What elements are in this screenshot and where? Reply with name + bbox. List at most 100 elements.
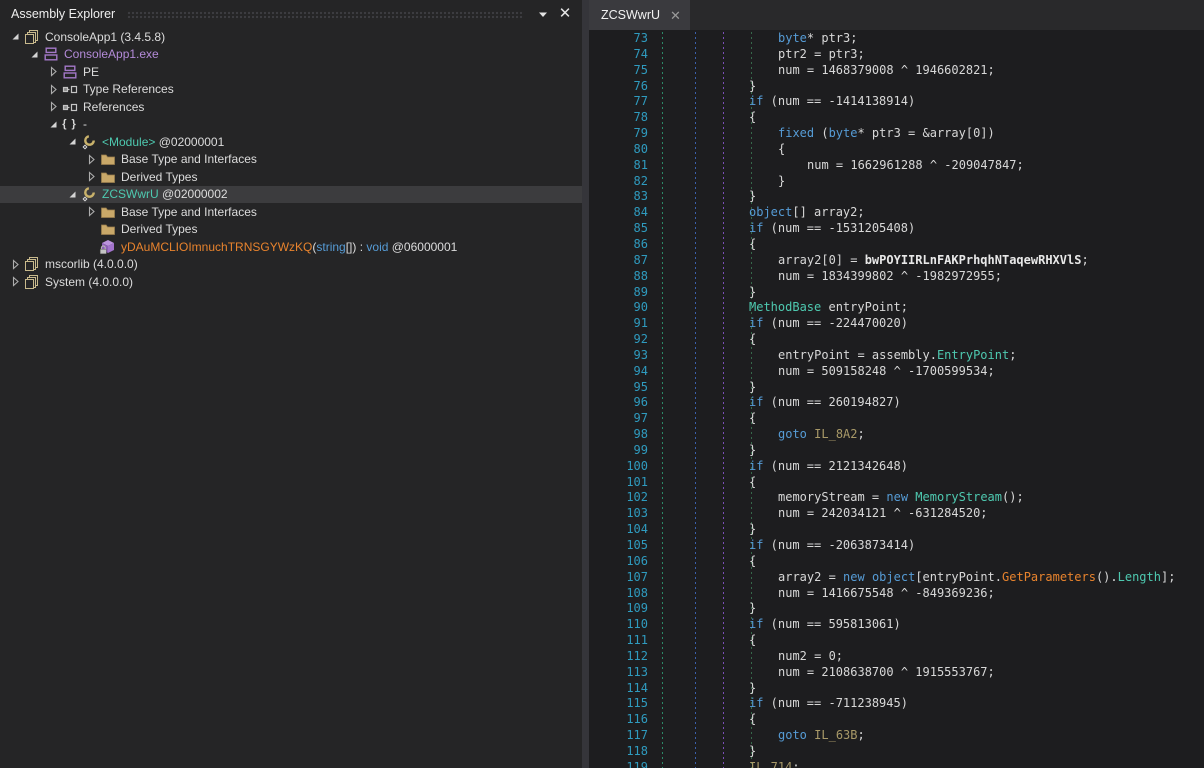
code-line[interactable]: 109} bbox=[589, 601, 1204, 617]
code-line[interactable]: 116{ bbox=[589, 712, 1204, 728]
panel-splitter[interactable] bbox=[582, 0, 589, 768]
tree-item[interactable]: <Module> @02000001 bbox=[0, 133, 582, 151]
code-line[interactable]: 115if (num == -711238945) bbox=[589, 696, 1204, 712]
code-line[interactable]: 105if (num == -2063873414) bbox=[589, 538, 1204, 554]
code-line[interactable]: 88num = 1834399802 ^ -1982972955; bbox=[589, 269, 1204, 285]
code-line[interactable]: 79fixed (byte* ptr3 = &array[0]) bbox=[589, 126, 1204, 142]
assembly-explorer-header[interactable]: Assembly Explorer ✕ bbox=[0, 0, 582, 27]
tree-item[interactable]: Derived Types bbox=[0, 168, 582, 186]
code-text: { bbox=[648, 712, 756, 728]
tree-item[interactable]: References bbox=[0, 98, 582, 116]
tree-item[interactable]: { }- bbox=[0, 116, 582, 134]
panel-close-button[interactable]: ✕ bbox=[556, 5, 574, 23]
tree-item[interactable]: mscorlib (4.0.0.0) bbox=[0, 256, 582, 274]
tree-item-label: Base Type and Interfaces bbox=[121, 152, 257, 166]
code-line[interactable]: 75num = 1468379008 ^ 1946602821; bbox=[589, 63, 1204, 79]
code-line[interactable]: 100if (num == 2121342648) bbox=[589, 459, 1204, 475]
code-text: if (num == -2063873414) bbox=[648, 538, 915, 554]
code-editor[interactable]: 73byte* ptr3;74ptr2 = ptr3;75num = 14683… bbox=[589, 30, 1204, 768]
expander-icon[interactable] bbox=[46, 65, 61, 78]
tree-item[interactable]: Derived Types bbox=[0, 221, 582, 239]
code-line[interactable]: 95} bbox=[589, 380, 1204, 396]
code-line[interactable]: 96if (num == 260194827) bbox=[589, 395, 1204, 411]
code-line[interactable]: 113num = 2108638700 ^ 1915553767; bbox=[589, 665, 1204, 681]
code-line[interactable]: 108num = 1416675548 ^ -849369236; bbox=[589, 586, 1204, 602]
expander-icon[interactable] bbox=[8, 258, 23, 271]
code-line[interactable]: 103num = 242034121 ^ -631284520; bbox=[589, 506, 1204, 522]
code-line[interactable]: 99} bbox=[589, 443, 1204, 459]
code-line[interactable]: 78{ bbox=[589, 110, 1204, 126]
code-line[interactable]: 87array2[0] = bwPOYIIRLnFAKPrhqhNTaqewRH… bbox=[589, 253, 1204, 269]
expander-icon[interactable] bbox=[46, 118, 61, 131]
expander-icon[interactable] bbox=[84, 205, 99, 218]
code-line[interactable]: 77if (num == -1414138914) bbox=[589, 94, 1204, 110]
code-line[interactable]: 114} bbox=[589, 681, 1204, 697]
code-line[interactable]: 102memoryStream = new MemoryStream(); bbox=[589, 490, 1204, 506]
tree-item[interactable]: ConsoleApp1 (3.4.5.8) bbox=[0, 28, 582, 46]
expander-icon[interactable] bbox=[46, 100, 61, 113]
code-line[interactable]: 101{ bbox=[589, 475, 1204, 491]
code-text: } bbox=[648, 79, 756, 95]
line-number: 77 bbox=[589, 94, 648, 110]
code-line[interactable]: 106{ bbox=[589, 554, 1204, 570]
panel-drag-grip[interactable] bbox=[127, 11, 524, 20]
code-text: ptr2 = ptr3; bbox=[648, 47, 865, 63]
code-line[interactable]: 119IL_714: bbox=[589, 760, 1204, 768]
code-line[interactable]: 81num = 1662961288 ^ -209047847; bbox=[589, 158, 1204, 174]
tab-zcswwru[interactable]: ZCSWwrU ✕ bbox=[589, 0, 690, 30]
tab-close-icon[interactable]: ✕ bbox=[670, 9, 681, 22]
code-line[interactable]: 89} bbox=[589, 285, 1204, 301]
code-line[interactable]: 86{ bbox=[589, 237, 1204, 253]
expander-icon[interactable] bbox=[84, 153, 99, 166]
tab-strip: ZCSWwrU ✕ bbox=[589, 0, 1204, 30]
tree-item[interactable]: PE bbox=[0, 63, 582, 81]
tree-item[interactable]: yDAuMCLIOImnuchTRNSGYWzKQ(string[]) : vo… bbox=[0, 238, 582, 256]
tree-item[interactable]: Type References bbox=[0, 81, 582, 99]
code-line[interactable]: 91if (num == -224470020) bbox=[589, 316, 1204, 332]
expander-icon[interactable] bbox=[8, 275, 23, 288]
tree-item[interactable]: ZCSWwrU @02000002 bbox=[0, 186, 582, 204]
code-line[interactable]: 104} bbox=[589, 522, 1204, 538]
expander-closed-icon bbox=[48, 66, 59, 77]
code-line[interactable]: 107array2 = new object[entryPoint.GetPar… bbox=[589, 570, 1204, 586]
expander-icon[interactable] bbox=[84, 170, 99, 183]
expander-open-icon bbox=[67, 136, 78, 147]
expander-icon[interactable] bbox=[46, 83, 61, 96]
expander-icon[interactable] bbox=[8, 30, 23, 43]
line-number: 91 bbox=[589, 316, 648, 332]
code-line[interactable]: 110if (num == 595813061) bbox=[589, 617, 1204, 633]
code-line[interactable]: 90MethodBase entryPoint; bbox=[589, 300, 1204, 316]
expander-icon[interactable] bbox=[65, 135, 80, 148]
code-text: { bbox=[648, 332, 756, 348]
expander-icon[interactable] bbox=[65, 188, 80, 201]
code-line[interactable]: 94num = 509158248 ^ -1700599534; bbox=[589, 364, 1204, 380]
code-panel: ZCSWwrU ✕ 73byte* ptr3;74ptr2 = ptr3;75n… bbox=[589, 0, 1204, 768]
code-line[interactable]: 85if (num == -1531205408) bbox=[589, 221, 1204, 237]
code-line[interactable]: 73byte* ptr3; bbox=[589, 31, 1204, 47]
code-line[interactable]: 80{ bbox=[589, 142, 1204, 158]
line-number: 111 bbox=[589, 633, 648, 649]
code-line[interactable]: 117goto IL_63B; bbox=[589, 728, 1204, 744]
code-line[interactable]: 82} bbox=[589, 174, 1204, 190]
code-line[interactable]: 112num2 = 0; bbox=[589, 649, 1204, 665]
module-icon bbox=[42, 46, 59, 62]
code-line[interactable]: 83} bbox=[589, 189, 1204, 205]
tree-item[interactable]: Base Type and Interfaces bbox=[0, 151, 582, 169]
tree-item[interactable]: Base Type and Interfaces bbox=[0, 203, 582, 221]
tree-item[interactable]: ConsoleApp1.exe bbox=[0, 46, 582, 64]
code-line[interactable]: 84object[] array2; bbox=[589, 205, 1204, 221]
line-number: 74 bbox=[589, 47, 648, 63]
line-number: 119 bbox=[589, 760, 648, 768]
code-line[interactable]: 76} bbox=[589, 79, 1204, 95]
code-line[interactable]: 92{ bbox=[589, 332, 1204, 348]
code-line[interactable]: 93entryPoint = assembly.EntryPoint; bbox=[589, 348, 1204, 364]
code-line[interactable]: 97{ bbox=[589, 411, 1204, 427]
panel-menu-button[interactable] bbox=[534, 5, 552, 23]
code-line[interactable]: 118} bbox=[589, 744, 1204, 760]
code-text: num = 509158248 ^ -1700599534; bbox=[648, 364, 995, 380]
code-line[interactable]: 98goto IL_8A2; bbox=[589, 427, 1204, 443]
expander-icon[interactable] bbox=[27, 48, 42, 61]
tree-item[interactable]: System (4.0.0.0) bbox=[0, 273, 582, 291]
code-line[interactable]: 111{ bbox=[589, 633, 1204, 649]
code-line[interactable]: 74ptr2 = ptr3; bbox=[589, 47, 1204, 63]
